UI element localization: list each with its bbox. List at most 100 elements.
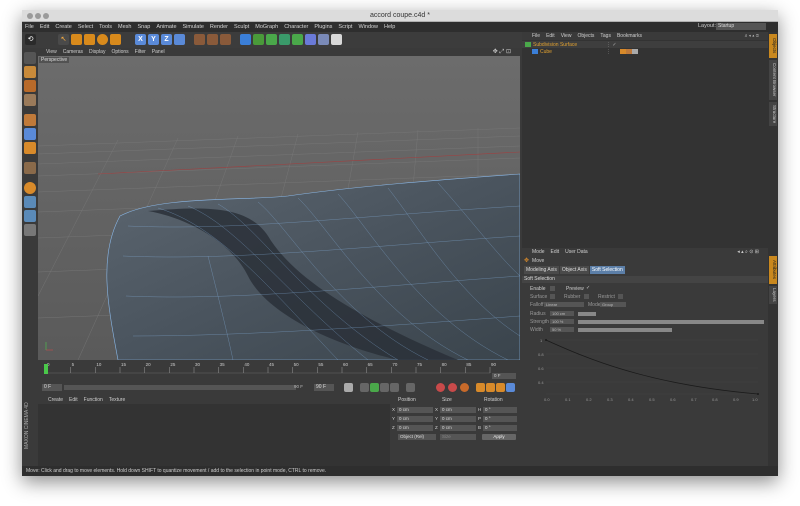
timeline-end-field[interactable]: 0 F xyxy=(492,373,516,379)
curve-knot[interactable] xyxy=(757,393,759,395)
object-menu-bookmarks[interactable]: Bookmarks xyxy=(617,33,642,39)
curve-knot[interactable] xyxy=(545,339,547,341)
z-axis-lock-button[interactable]: Z xyxy=(161,34,172,45)
cube-primitive-icon[interactable] xyxy=(240,34,251,45)
rotation-b-field[interactable]: 0 ° xyxy=(483,424,517,431)
menu-sculpt[interactable]: Sculpt xyxy=(234,24,249,30)
size-mode-select[interactable]: Size xyxy=(440,434,476,440)
object-search-icon[interactable]: ⌕ ◂ ▴ ⊙ xyxy=(745,33,759,39)
viewport-nav-icons[interactable]: ✥ ⤢ ⊡ xyxy=(493,48,511,56)
menu-render[interactable]: Render xyxy=(210,24,228,30)
tab-layers[interactable]: Layers xyxy=(769,286,777,304)
menu-window[interactable]: Window xyxy=(358,24,378,30)
playhead-marker[interactable] xyxy=(44,364,48,374)
light-icon[interactable] xyxy=(331,34,342,45)
scale-key-icon[interactable] xyxy=(486,383,495,392)
preview-checkbox[interactable]: ✓ xyxy=(586,285,590,291)
attribute-menu-edit[interactable]: Edit xyxy=(551,249,560,255)
viewport-menu-view[interactable]: View xyxy=(46,49,57,55)
falloff-curve-graph[interactable]: 1 0.8 0.6 0.4 0.0 0.1 0.2 0.3 0.4 0.5 0.… xyxy=(522,336,768,402)
autokey-icon[interactable] xyxy=(448,383,457,392)
model-mode-icon[interactable] xyxy=(24,66,36,78)
strength-field[interactable]: 100 % xyxy=(550,319,574,324)
render-settings-icon[interactable] xyxy=(220,34,231,45)
camera-icon[interactable] xyxy=(318,34,329,45)
rotate-tool-icon[interactable] xyxy=(97,34,108,45)
size-y-field[interactable]: 0 cm xyxy=(440,415,476,422)
deformer-icon[interactable] xyxy=(292,34,303,45)
tweak-mode-icon[interactable] xyxy=(24,182,36,194)
viewport-menu-filter[interactable]: Filter xyxy=(135,49,146,55)
timeline[interactable]: 0 5 10 15 20 25 30 35 40 45 50 55 60 65 70 75 80 85 90 0 F xyxy=(38,361,520,381)
width-field[interactable]: 50 % xyxy=(550,327,574,332)
object-name[interactable]: Cube xyxy=(540,49,552,55)
viewport-menu-cameras[interactable]: Cameras xyxy=(63,49,83,55)
enable-snap-icon[interactable] xyxy=(24,210,36,222)
menu-simulate[interactable]: Simulate xyxy=(183,24,204,30)
loop-icon[interactable] xyxy=(406,383,415,392)
size-x-field[interactable]: 0 cm xyxy=(440,406,476,413)
menu-tools[interactable]: Tools xyxy=(99,24,112,30)
menu-mesh[interactable]: Mesh xyxy=(118,24,131,30)
strength-slider[interactable] xyxy=(578,320,764,324)
rotation-key-icon[interactable] xyxy=(496,383,505,392)
live-selection-icon[interactable]: ↖ xyxy=(58,34,69,45)
attribute-menu-userdata[interactable]: User Data xyxy=(565,249,588,255)
play-icon[interactable] xyxy=(370,383,379,392)
menu-edit[interactable]: Edit xyxy=(40,24,49,30)
move-tool-icon[interactable] xyxy=(71,34,82,45)
position-key-icon[interactable] xyxy=(476,383,485,392)
coordinate-system-icon[interactable] xyxy=(174,34,185,45)
record-active-icon[interactable] xyxy=(436,383,445,392)
floor-icon[interactable] xyxy=(305,34,316,45)
tab-content-browser[interactable]: Content Browser xyxy=(769,60,777,100)
menu-plugins[interactable]: Plugins xyxy=(314,24,332,30)
tab-object-axis[interactable]: Object Axis xyxy=(559,266,589,274)
menu-select[interactable]: Select xyxy=(78,24,93,30)
undo-icon[interactable]: ⟲ xyxy=(25,34,36,45)
object-tags-icon[interactable] xyxy=(620,49,638,54)
points-mode-icon[interactable] xyxy=(24,114,36,126)
object-menu-objects[interactable]: Objects xyxy=(577,33,594,39)
previous-key-icon[interactable] xyxy=(360,383,369,392)
object-menu-view[interactable]: View xyxy=(561,33,572,39)
y-axis-lock-button[interactable]: Y xyxy=(148,34,159,45)
frame-range-slider[interactable] xyxy=(64,385,296,390)
size-z-field[interactable]: 0 cm xyxy=(440,424,476,431)
polygons-mode-icon[interactable] xyxy=(24,142,36,154)
falloff-select[interactable]: Linear xyxy=(544,302,584,307)
menu-snap[interactable]: Snap xyxy=(137,24,150,30)
enable-checkbox[interactable] xyxy=(550,286,555,291)
viewport-menu-display[interactable]: Display xyxy=(89,49,105,55)
radius-field[interactable]: 100 cm xyxy=(550,311,574,316)
attribute-menu-mode[interactable]: Mode xyxy=(532,249,545,255)
keyframe-selection-icon[interactable] xyxy=(460,383,469,392)
mode-select[interactable]: Group xyxy=(600,302,626,307)
go-to-end-icon[interactable] xyxy=(390,383,399,392)
object-row[interactable]: Subdivision Surface ⋮ ✓ xyxy=(522,41,768,48)
subdivision-surface-icon[interactable] xyxy=(266,34,277,45)
next-key-icon[interactable] xyxy=(380,383,389,392)
tab-modeling-axis[interactable]: Modeling Axis xyxy=(524,266,559,274)
workplane-mode-icon[interactable] xyxy=(24,94,36,106)
go-to-start-icon[interactable] xyxy=(344,383,353,392)
menu-mograph[interactable]: MoGraph xyxy=(255,24,278,30)
texture-mode-icon[interactable] xyxy=(24,80,36,92)
timeline-ruler[interactable]: 0 5 10 15 20 25 30 35 40 45 50 55 60 65 70 75 80 85 90 xyxy=(38,361,520,381)
material-menu-function[interactable]: Function xyxy=(84,397,103,403)
object-menu-tags[interactable]: Tags xyxy=(600,33,611,39)
x-axis-lock-button[interactable]: X xyxy=(135,34,146,45)
position-z-field[interactable]: 0 cm xyxy=(397,424,433,431)
array-icon[interactable] xyxy=(279,34,290,45)
layout-select[interactable]: Startup xyxy=(716,23,766,30)
menu-help[interactable]: Help xyxy=(384,24,395,30)
start-frame-field[interactable]: 0 F xyxy=(42,384,62,391)
position-y-field[interactable]: 0 cm xyxy=(397,415,433,422)
width-slider[interactable] xyxy=(578,328,672,332)
make-editable-icon[interactable] xyxy=(24,52,36,64)
radius-slider[interactable] xyxy=(578,312,596,316)
menu-character[interactable]: Character xyxy=(284,24,308,30)
recent-tools-icon[interactable] xyxy=(110,34,121,45)
object-name[interactable]: Subdivision Surface xyxy=(533,42,577,48)
rubber-checkbox[interactable] xyxy=(584,294,589,299)
